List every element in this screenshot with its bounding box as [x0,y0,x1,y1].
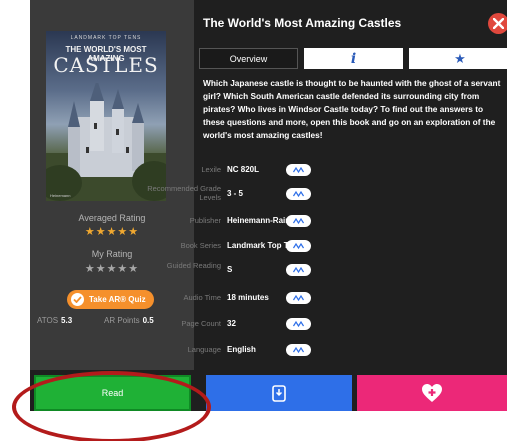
detail-row-page-count: Page Count 32 [0,316,321,341]
detail-value: S [227,265,233,274]
detail-label: Language [187,345,221,354]
tab-info[interactable]: i [304,48,403,69]
wave-icon [293,320,304,328]
wave-icon [293,346,304,354]
detail-row-grade-levels: Recommended Grade Levels 3 - 5 [0,183,321,208]
annotation-highlight-oval [12,371,211,441]
cover-series: LANDMARK TOP TENS [70,35,142,41]
detail-tabs: Overview i ★ [199,48,507,69]
detail-label: Book Series [180,241,221,250]
detail-value: 3 - 5 [227,189,244,198]
wave-icon [293,294,304,302]
more-toggle-button[interactable] [286,292,311,304]
tab-favorite[interactable]: ★ [409,48,507,69]
close-button[interactable] [488,13,507,34]
detail-row-guided-reading: Guided Reading S [0,259,321,284]
detail-label: Audio Time [183,293,221,302]
detail-label: Lexile [201,165,221,174]
book-description: Which Japanese castle is thought to be h… [203,78,501,140]
detail-value: 18 minutes [227,293,269,302]
tab-overview[interactable]: Overview [199,48,298,69]
add-to-favorites-button[interactable] [357,375,507,411]
detail-row-language: Language English [0,342,321,367]
book-title: The World's Most Amazing Castles [203,16,402,30]
wave-icon [293,190,304,198]
detail-value: NC 820L [227,165,260,174]
detail-row-publisher: Publisher Heinemann-Raintree [0,213,321,238]
open-book-button[interactable] [206,375,352,411]
book-icon [272,384,286,402]
detail-label: Guided Reading [166,261,221,270]
detail-label: Page Count [181,319,221,328]
detail-value: 32 [227,319,236,328]
star-icon: ★ [454,50,466,66]
more-toggle-button[interactable] [286,318,311,330]
wave-icon [293,242,304,250]
wave-icon [293,266,304,274]
more-toggle-button[interactable] [286,240,311,252]
more-toggle-button[interactable] [286,188,311,200]
heart-plus-icon [422,384,442,402]
cover-title-line2: CASTLES [53,53,159,77]
more-toggle-button[interactable] [286,215,311,227]
detail-value: English [227,345,256,354]
more-toggle-button[interactable] [286,164,311,176]
detail-row-audio-time: Audio Time 18 minutes [0,290,321,315]
more-toggle-button[interactable] [286,264,311,276]
wave-icon [293,166,304,174]
close-icon [493,18,504,29]
detail-label: Publisher [189,216,221,225]
more-toggle-button[interactable] [286,344,311,356]
detail-label: Recommended Grade Levels [147,184,221,202]
wave-icon [293,217,304,225]
info-icon: i [350,50,357,67]
